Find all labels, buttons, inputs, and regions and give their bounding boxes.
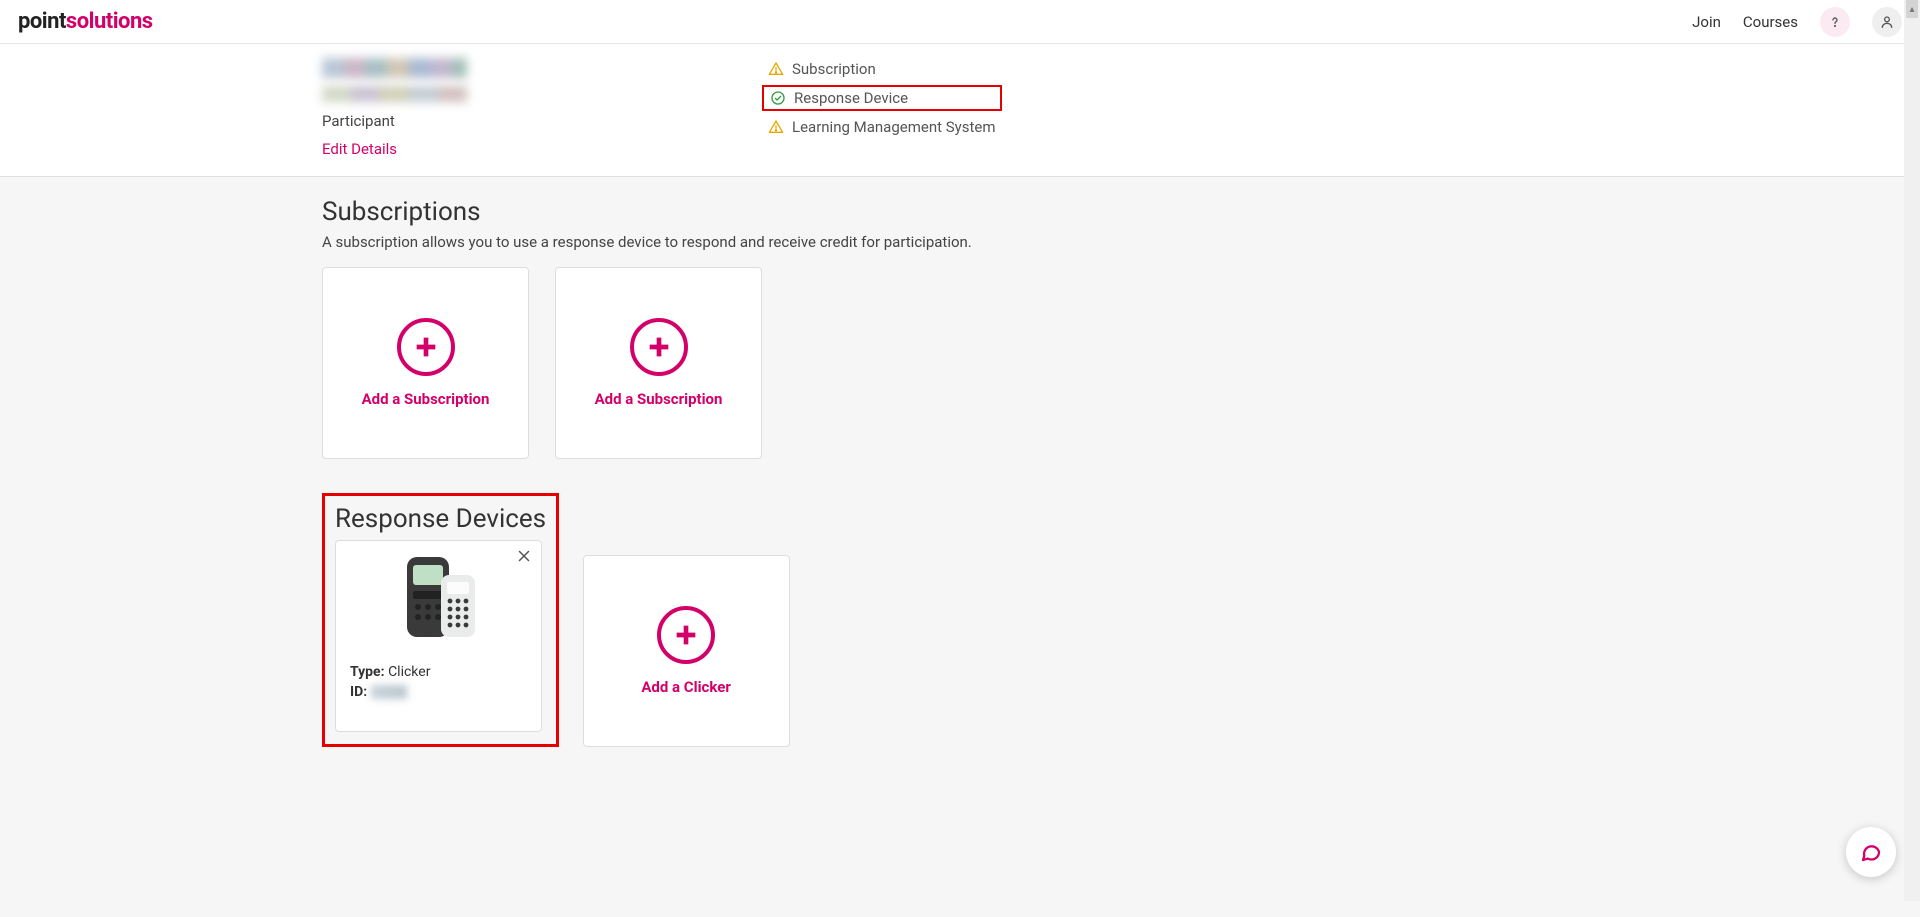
profile-info: Participant Edit Details <box>322 58 622 158</box>
main-content: Subscriptions A subscription allows you … <box>0 177 1920 917</box>
add-subscription-label: Add a Subscription <box>362 390 490 408</box>
add-subscription-label-2: Add a Subscription <box>595 390 723 408</box>
chat-fab[interactable] <box>1846 827 1896 877</box>
nav-right: Join Courses <box>1692 7 1902 37</box>
subscriptions-desc: A subscription allows you to use a respo… <box>322 233 1492 251</box>
status-subscription[interactable]: Subscription <box>762 58 1002 80</box>
edit-details-link[interactable]: Edit Details <box>322 140 622 158</box>
redacted-device-id <box>371 685 407 699</box>
plus-circle-icon <box>630 318 688 376</box>
redacted-email <box>322 86 467 102</box>
status-list: Subscription Response Device Learning Ma… <box>762 58 1002 158</box>
status-lms-label: Learning Management System <box>792 118 996 136</box>
status-subscription-label: Subscription <box>792 60 876 78</box>
warning-icon <box>768 61 784 77</box>
scrollbar[interactable]: ▴ <box>1904 0 1920 901</box>
response-devices-highlight: Response Devices <box>322 493 559 747</box>
logo-text-2: solutions <box>66 9 153 34</box>
device-id-label: ID: <box>350 684 367 700</box>
logo: pointsolutions <box>18 9 153 34</box>
add-subscription-card-2[interactable]: Add a Subscription <box>555 267 762 459</box>
clicker-icon <box>389 555 489 643</box>
status-response-device-label: Response Device <box>794 89 908 107</box>
plus-circle-icon <box>657 606 715 664</box>
device-type-value: Clicker <box>388 664 430 680</box>
profile-header: Participant Edit Details Subscription Re… <box>0 44 1920 177</box>
status-lms[interactable]: Learning Management System <box>762 116 1002 138</box>
redacted-name <box>322 58 467 78</box>
device-meta: Type: Clicker ID: <box>350 663 430 702</box>
logo-text-1: point <box>18 9 66 34</box>
add-clicker-card[interactable]: Add a Clicker <box>583 555 790 747</box>
add-subscription-card[interactable]: Add a Subscription <box>322 267 529 459</box>
check-circle-icon <box>770 90 786 106</box>
device-card: Type: Clicker ID: <box>335 540 542 732</box>
profile-role: Participant <box>322 112 622 130</box>
user-icon <box>1879 14 1895 30</box>
response-devices-title: Response Devices <box>335 504 546 534</box>
device-image <box>350 555 527 643</box>
chat-icon <box>1859 840 1883 864</box>
help-icon <box>1827 14 1843 30</box>
top-bar: pointsolutions Join Courses <box>0 0 1920 44</box>
help-button[interactable] <box>1820 7 1850 37</box>
add-clicker-label: Add a Clicker <box>641 678 730 696</box>
device-type-label: Type: <box>350 664 385 680</box>
nav-join[interactable]: Join <box>1692 13 1721 31</box>
plus-circle-icon <box>397 318 455 376</box>
warning-icon <box>768 119 784 135</box>
subscriptions-title: Subscriptions <box>322 197 1492 227</box>
close-icon <box>515 547 533 565</box>
status-response-device[interactable]: Response Device <box>762 85 1002 111</box>
remove-device-button[interactable] <box>515 547 533 565</box>
nav-courses[interactable]: Courses <box>1743 13 1798 31</box>
scroll-up-icon: ▴ <box>1906 0 1918 18</box>
user-menu-button[interactable] <box>1872 7 1902 37</box>
subscriptions-cards: Add a Subscription Add a Subscription <box>322 267 1492 459</box>
